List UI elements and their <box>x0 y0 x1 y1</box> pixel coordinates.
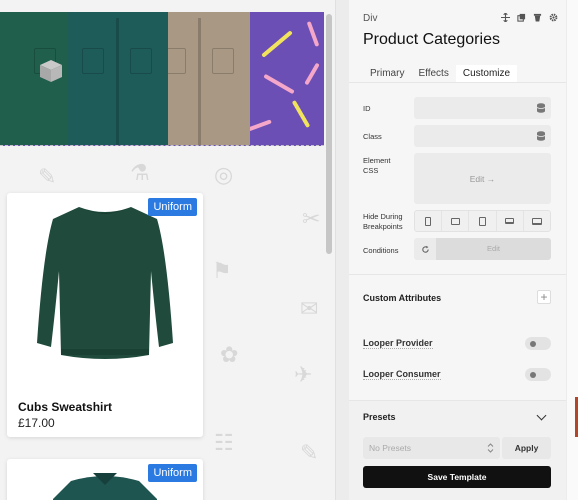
banner-decoration <box>261 30 293 58</box>
custom-attributes-title: Custom Attributes <box>363 293 442 303</box>
banner-decoration <box>263 73 295 95</box>
looper-consumer-label: Looper Consumer <box>363 369 441 380</box>
apply-preset-button[interactable]: Apply <box>502 437 551 459</box>
move-icon[interactable] <box>501 13 510 22</box>
banner-decoration <box>304 62 320 86</box>
background-pattern-icon: ✂ <box>302 206 321 231</box>
breakpoint-md-icon[interactable] <box>469 211 497 231</box>
category-banner-image <box>0 12 324 146</box>
background-pattern-icon: ⚗ <box>130 160 150 185</box>
tab-effects[interactable]: Effects <box>411 65 455 82</box>
add-attribute-button[interactable]: + <box>537 290 551 304</box>
background-pattern-icon: ✈ <box>294 362 313 387</box>
id-label: ID <box>363 104 371 113</box>
tab-customize[interactable]: Customize <box>455 65 518 82</box>
inspector-panel: Div Product Categories Primary Effects C… <box>349 0 566 500</box>
class-label: Class <box>363 132 382 141</box>
breakpoint-xs-icon[interactable] <box>524 211 550 231</box>
duplicate-icon[interactable] <box>517 13 526 22</box>
banner-decoration <box>306 21 320 47</box>
dynamic-content-icon[interactable] <box>537 131 545 141</box>
category-badge[interactable]: Uniform <box>148 464 197 482</box>
background-pattern-icon: ✎ <box>300 440 319 465</box>
conditions-edit-button[interactable]: Edit <box>436 238 551 260</box>
looper-provider-toggle[interactable] <box>525 337 551 350</box>
settings-icon[interactable] <box>549 13 558 22</box>
product-card[interactable]: Uniform <box>7 459 203 500</box>
conditions-refresh-button[interactable] <box>414 238 436 260</box>
presets-title: Presets <box>363 412 396 422</box>
element-css-edit-button[interactable]: Edit → <box>414 174 551 184</box>
product-price: £17.00 <box>18 416 55 430</box>
element-css-label: Element CSS <box>363 156 391 175</box>
breakpoint-lg-icon[interactable] <box>442 211 470 231</box>
element-title: Product Categories <box>363 31 500 48</box>
looper-provider-label: Looper Provider <box>363 338 433 349</box>
background-pattern-icon: ◎ <box>214 162 234 187</box>
element-css-editor[interactable]: Edit → <box>414 153 551 204</box>
inspector-tabs: Primary Effects Customize <box>363 65 518 82</box>
presets-select[interactable]: No Presets <box>363 437 500 459</box>
presets-select-value: No Presets <box>369 443 412 453</box>
panel-divider[interactable] <box>335 0 349 500</box>
product-card[interactable]: Uniform Cubs Sweatshirt £17.00 <box>7 193 203 437</box>
teal-shirt-image <box>68 12 168 145</box>
sweatshirt-image <box>37 207 173 359</box>
refresh-icon <box>421 245 429 253</box>
background-pattern-icon: ✎ <box>38 164 57 189</box>
category-badge[interactable]: Uniform <box>148 198 197 216</box>
breakpoint-toggles <box>414 210 551 232</box>
class-field[interactable] <box>414 125 551 147</box>
tab-divider <box>349 82 566 83</box>
product-name[interactable]: Cubs Sweatshirt <box>18 400 112 414</box>
delete-icon[interactable] <box>533 13 542 22</box>
select-arrows-icon <box>487 443 494 453</box>
canvas-scrollbar[interactable] <box>326 14 332 254</box>
id-field[interactable] <box>414 97 551 119</box>
background-pattern-icon: ✿ <box>220 342 239 367</box>
preview-canvas: ✎ ⚗ ◎ ✂ ⚑ ✉ ✿ ✈ ☷ ✎ Uniform Cubs Sweatsh… <box>0 0 335 500</box>
section-divider <box>349 400 566 401</box>
cube-icon <box>40 60 62 82</box>
breakpoint-sm-icon[interactable] <box>497 211 524 231</box>
header-actions <box>501 13 558 22</box>
tab-primary[interactable]: Primary <box>363 65 411 82</box>
breakpoint-xl-icon[interactable] <box>415 211 443 231</box>
section-divider <box>349 274 566 275</box>
hide-breakpoints-label: Hide During Breakpoints <box>363 212 403 231</box>
background-pattern-icon: ⚑ <box>212 258 232 283</box>
dynamic-content-icon[interactable] <box>537 103 545 113</box>
background-pattern-icon: ✉ <box>300 296 319 321</box>
background-pattern-icon: ☷ <box>214 430 234 455</box>
save-template-button[interactable]: Save Template <box>363 466 551 488</box>
conditions-label: Conditions <box>363 246 399 255</box>
banner-decoration <box>291 100 311 128</box>
looper-consumer-toggle[interactable] <box>525 368 551 381</box>
element-type-label: Div <box>363 13 378 24</box>
